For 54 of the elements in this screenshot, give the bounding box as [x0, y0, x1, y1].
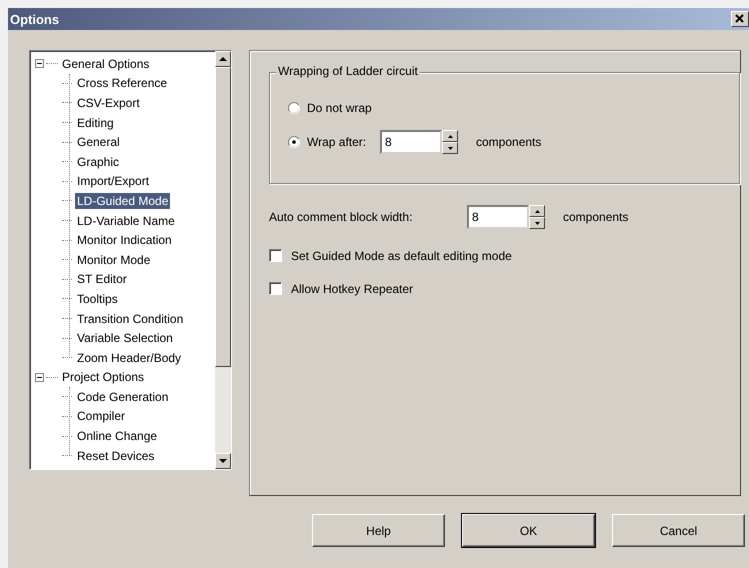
radio-label[interactable]: Do not wrap — [307, 101, 380, 115]
tree-item[interactable]: Code Generation — [75, 388, 170, 405]
tree-item[interactable]: Monitor Indication — [75, 232, 174, 248]
dialog-button[interactable]: Help — [312, 514, 445, 547]
tree-item[interactable]: Zoom Header/Body — [75, 350, 184, 366]
collapse-icon[interactable] — [35, 372, 44, 382]
scroll-down-icon[interactable] — [215, 453, 231, 469]
tree-item[interactable]: Compiler — [75, 408, 128, 424]
checkbox-label[interactable]: Set Guided Mode as default editing mode — [291, 248, 512, 262]
tree-item[interactable]: Editing — [75, 114, 116, 131]
radio-button[interactable] — [288, 136, 300, 148]
tree-item[interactable]: ST Editor — [75, 271, 129, 288]
spin-up-button[interactable] — [529, 205, 545, 217]
tree-item[interactable]: Monitor Mode — [75, 252, 152, 268]
checkbox[interactable] — [269, 249, 282, 262]
radio-button[interactable] — [288, 102, 300, 114]
down-arrow-icon — [448, 146, 452, 150]
tree-item[interactable]: LD-Guided Mode — [75, 192, 170, 209]
number-field[interactable]: 8 — [380, 130, 442, 154]
tree-item[interactable]: Cross Reference — [75, 75, 170, 92]
tree-item[interactable]: LD-Variable Name — [75, 212, 177, 229]
window-title: Options — [10, 12, 60, 26]
tree-item[interactable]: Online Change — [75, 428, 160, 444]
unit-label: components — [563, 210, 628, 224]
tree-item[interactable]: Tooltips — [75, 290, 120, 307]
tree-item[interactable]: General Options — [60, 56, 152, 72]
checkbox-label[interactable]: Allow Hotkey Repeater — [291, 282, 414, 296]
scroll-up-icon[interactable] — [215, 51, 231, 67]
tree-item[interactable]: CSV-Export — [75, 94, 142, 111]
tree-item[interactable]: Variable Selection — [75, 330, 175, 346]
scroll-bar[interactable] — [215, 51, 231, 469]
collapse-icon[interactable] — [35, 59, 44, 68]
spin-down-button[interactable] — [529, 217, 545, 229]
tree-item[interactable]: Reset Devices — [75, 448, 156, 464]
scroll-thumb[interactable] — [215, 67, 231, 367]
dialog-button[interactable]: Cancel — [612, 514, 745, 547]
tree-item[interactable]: Import/Export — [75, 173, 152, 190]
up-arrow-icon — [534, 210, 540, 212]
spin-up-button[interactable] — [442, 130, 458, 142]
group-title: Wrapping of Ladder circuit — [276, 64, 420, 78]
tree-item[interactable]: General — [75, 134, 122, 150]
up-arrow-icon — [448, 134, 452, 138]
spin-down-button[interactable] — [442, 142, 458, 154]
down-arrow-icon — [534, 222, 540, 224]
tree-item[interactable]: Graphic — [75, 154, 122, 170]
checkbox[interactable] — [269, 282, 282, 295]
close-icon[interactable] — [731, 11, 749, 27]
unit-label: components — [476, 135, 542, 149]
tree-item[interactable]: Project Options — [60, 369, 146, 386]
tree-item[interactable]: Transition Condition — [75, 310, 186, 327]
dialog-button[interactable]: OK — [462, 514, 595, 547]
field-label: Auto comment block width: — [269, 210, 414, 224]
radio-label[interactable]: Wrap after: — [307, 135, 380, 149]
number-field[interactable]: 8 — [467, 205, 529, 229]
